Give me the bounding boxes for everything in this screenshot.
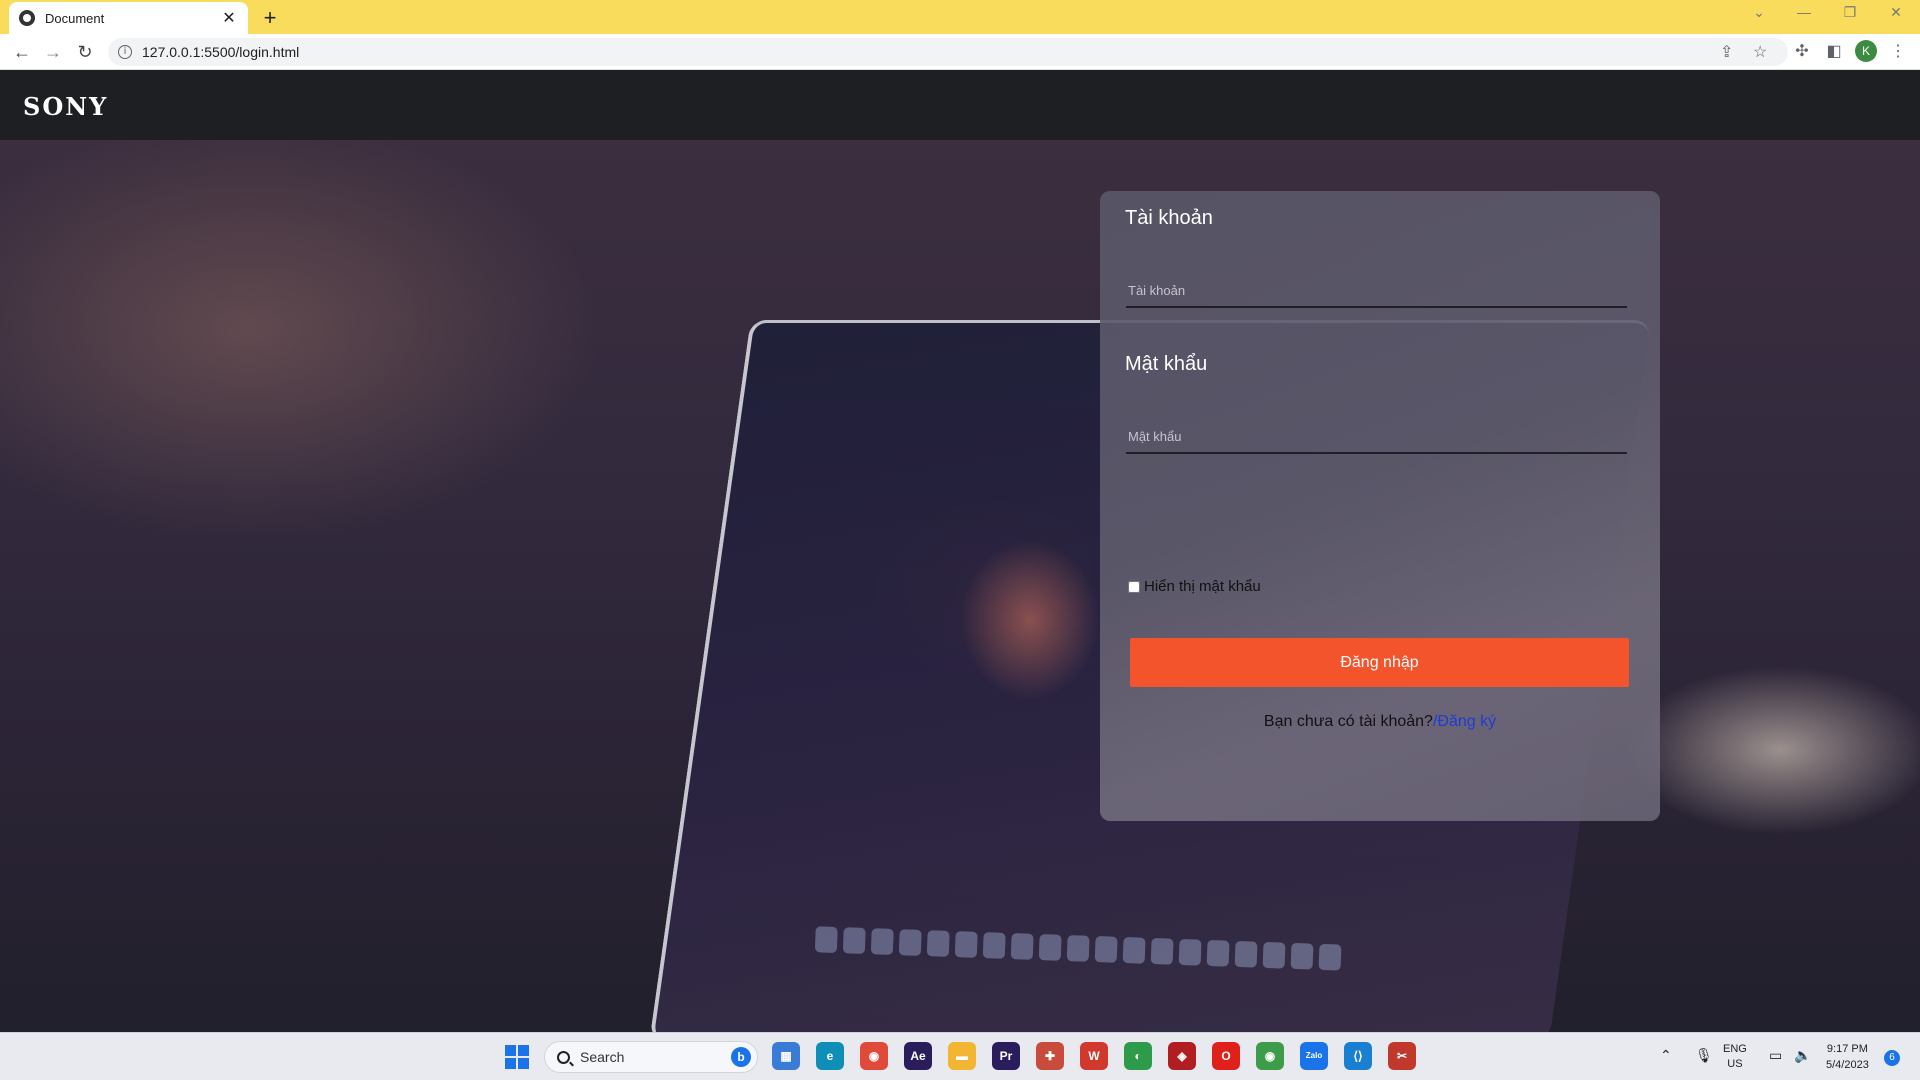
site-header: SONY bbox=[0, 70, 1920, 140]
opera-icon[interactable]: O bbox=[1212, 1042, 1240, 1070]
close-tab-icon[interactable]: ✕ bbox=[220, 8, 238, 28]
app-red-icon[interactable]: ◈ bbox=[1168, 1042, 1196, 1070]
reload-icon[interactable]: ↻ bbox=[73, 40, 97, 64]
url-text: 127.0.0.1:5500/login.html bbox=[142, 44, 300, 60]
file-manager-icon[interactable]: ▦ bbox=[772, 1042, 800, 1070]
clock-time: 9:17 PM bbox=[1826, 1043, 1868, 1055]
spotify-like-icon[interactable]: ◐ bbox=[1124, 1042, 1152, 1070]
new-tab-button[interactable]: + bbox=[258, 5, 282, 31]
laptop-glow bbox=[960, 540, 1100, 700]
show-password-row: Hiển thị mật khẩu bbox=[1128, 578, 1261, 595]
language-indicator[interactable]: ENG US bbox=[1723, 1042, 1747, 1072]
login-card: Tài khoản Mật khẩu Hiển thị mật khẩu Đăn… bbox=[1100, 191, 1660, 821]
profile-avatar[interactable]: K bbox=[1855, 40, 1877, 62]
tab-search-icon[interactable]: ⌄ bbox=[1747, 4, 1771, 21]
network-icon[interactable]: ▭ bbox=[1769, 1047, 1782, 1064]
browser-toolbar: ← → ↻ i 127.0.0.1:5500/login.html ⇪ ☆ ✣ … bbox=[0, 34, 1920, 70]
show-password-label[interactable]: Hiển thị mật khẩu bbox=[1144, 578, 1261, 595]
chrome-icon[interactable]: ◉ bbox=[860, 1042, 888, 1070]
microphone-icon[interactable]: 🎙 bbox=[1695, 1047, 1713, 1064]
bookmark-star-icon[interactable]: ☆ bbox=[1753, 42, 1767, 62]
side-panel-icon[interactable]: ◧ bbox=[1823, 41, 1845, 61]
clock[interactable]: 9:17 PM 5/4/2023 bbox=[1826, 1041, 1869, 1073]
vscode-icon[interactable]: ⟨⟩ bbox=[1344, 1042, 1372, 1070]
browser-tab[interactable]: Document ✕ bbox=[9, 2, 248, 34]
globe-icon bbox=[19, 10, 35, 26]
close-window-button[interactable]: ✕ bbox=[1884, 4, 1908, 21]
username-label: Tài khoản bbox=[1125, 207, 1213, 229]
snipping-tool-icon[interactable]: ✂ bbox=[1388, 1042, 1416, 1070]
search-icon bbox=[557, 1050, 570, 1064]
chrome-profile-icon[interactable]: ◉ bbox=[1256, 1042, 1284, 1070]
show-password-checkbox[interactable] bbox=[1128, 580, 1140, 593]
notification-badge[interactable]: 6 bbox=[1884, 1050, 1900, 1066]
volume-icon[interactable]: 🔈 bbox=[1794, 1047, 1811, 1064]
taskbar-search[interactable]: Search b bbox=[544, 1041, 758, 1073]
region-code: US bbox=[1727, 1058, 1743, 1070]
forward-arrow-icon[interactable]: → bbox=[41, 40, 65, 64]
address-bar[interactable]: i 127.0.0.1:5500/login.html ⇪ ☆ bbox=[108, 38, 1788, 66]
password-input[interactable] bbox=[1126, 420, 1627, 454]
register-prompt-text: Bạn chưa có tài khoản? bbox=[1263, 713, 1433, 730]
register-prompt-line: Bạn chưa có tài khoản?/Đăng ký bbox=[1100, 713, 1660, 731]
browser-menu-icon[interactable]: ⋮ bbox=[1887, 41, 1909, 61]
minimize-button[interactable]: — bbox=[1792, 4, 1816, 20]
taskbar-search-label: Search bbox=[580, 1049, 625, 1065]
site-info-icon[interactable]: i bbox=[118, 45, 132, 59]
photos-icon[interactable]: ✚ bbox=[1036, 1042, 1064, 1070]
tab-title: Document bbox=[45, 10, 105, 26]
login-button[interactable]: Đăng nhập bbox=[1130, 638, 1629, 687]
edge-icon[interactable]: e bbox=[816, 1042, 844, 1070]
premiere-icon[interactable]: Pr bbox=[992, 1042, 1020, 1070]
extensions-icon[interactable]: ✣ bbox=[1791, 41, 1813, 61]
windows-start-icon[interactable] bbox=[505, 1045, 529, 1069]
language-code: ENG bbox=[1723, 1043, 1747, 1055]
sony-logo[interactable]: SONY bbox=[23, 92, 108, 121]
windows-taskbar: Search b ▦ e ◉ Ae ▬ Pr ✚ W ◐ ◈ O ◉ Zalo ⟨⟩ ✂ ⌃ 🎙 ENG U… bbox=[0, 1032, 1920, 1080]
register-link[interactable]: /Đăng ký bbox=[1433, 713, 1496, 730]
password-label: Mật khẩu bbox=[1125, 353, 1208, 375]
browser-tab-strip: Document ✕ + ⌄ — ❐ ✕ bbox=[0, 0, 1920, 34]
web-page: SONY Tài khoản Mật khẩu Hiển thị mật khẩ… bbox=[0, 70, 1920, 1032]
back-arrow-icon[interactable]: ← bbox=[10, 40, 34, 64]
wps-icon[interactable]: W bbox=[1080, 1042, 1108, 1070]
folder-icon[interactable]: ▬ bbox=[948, 1042, 976, 1070]
username-input[interactable] bbox=[1126, 274, 1627, 308]
share-icon[interactable]: ⇪ bbox=[1720, 42, 1733, 62]
bing-icon[interactable]: b bbox=[731, 1047, 751, 1067]
zalo-icon[interactable]: Zalo bbox=[1300, 1042, 1328, 1070]
after-effects-icon[interactable]: Ae bbox=[904, 1042, 932, 1070]
restore-button[interactable]: ❐ bbox=[1838, 4, 1862, 21]
clock-date: 5/4/2023 bbox=[1826, 1059, 1869, 1071]
show-hidden-icons-icon[interactable]: ⌃ bbox=[1660, 1047, 1672, 1064]
